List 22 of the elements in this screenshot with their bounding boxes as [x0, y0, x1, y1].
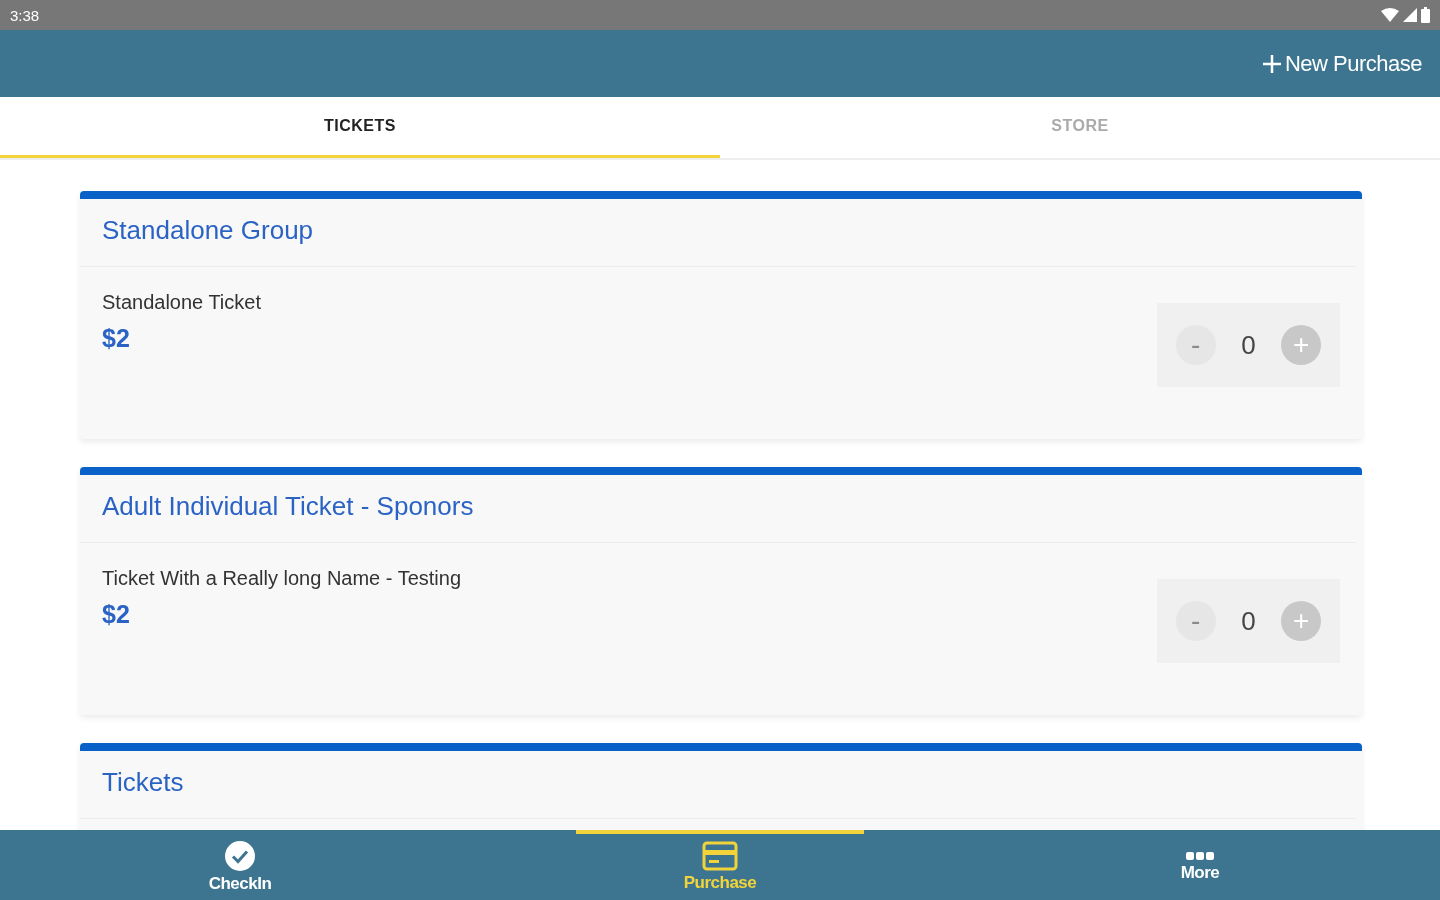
nav-item[interactable]: CheckIn: [96, 830, 384, 900]
quantity-value: 0: [1241, 329, 1256, 361]
more-icon: [1185, 851, 1215, 861]
group-title: Tickets: [80, 751, 1356, 819]
ticket-name: Standalone Ticket: [102, 291, 261, 314]
plus-icon: [1262, 54, 1281, 73]
ticket-price: $2: [102, 600, 131, 629]
check-circle-icon: [224, 840, 256, 872]
new-purchase-button[interactable]: New Purchase: [1258, 46, 1426, 81]
tab[interactable]: STORE: [720, 97, 1440, 158]
clock: 3:38: [10, 6, 40, 24]
credit-card-icon: [702, 841, 738, 871]
wifi-icon: [1381, 8, 1399, 22]
group-title: Adult Individual Ticket - Sponors: [80, 475, 1356, 543]
ticket-price: $2: [102, 324, 131, 353]
battery-icon: [1421, 7, 1430, 23]
ticket-name: Ticket With a Really long Name - Testing: [102, 567, 462, 590]
nav-item[interactable]: Purchase: [576, 830, 864, 900]
nav-item[interactable]: More: [1056, 830, 1344, 900]
group-title: Standalone Group: [80, 199, 1356, 267]
signal-icon: [1403, 8, 1417, 22]
quantity-value: 0: [1241, 605, 1256, 637]
